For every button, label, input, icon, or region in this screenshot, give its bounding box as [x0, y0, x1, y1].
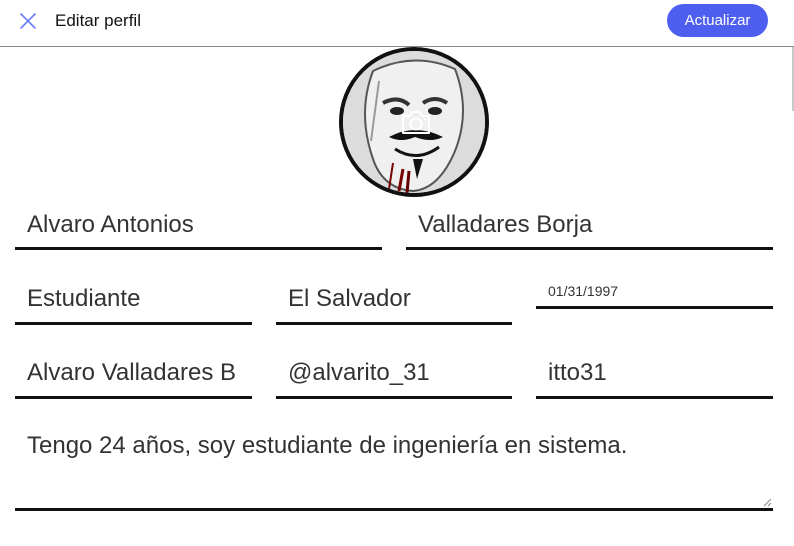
last-name-field[interactable]: Valladares Borja: [406, 207, 773, 250]
country-field[interactable]: El Salvador: [276, 281, 512, 325]
bio-value: Tengo 24 años, soy estudiante de ingenie…: [27, 432, 628, 459]
password-field[interactable]: itto31: [536, 355, 773, 399]
occupation-value: Estudiante: [27, 285, 141, 312]
change-photo-button[interactable]: [400, 108, 434, 138]
update-button[interactable]: Actualizar: [667, 4, 768, 37]
password-value: itto31: [548, 359, 607, 386]
display-name-field[interactable]: Alvaro Valladares B: [15, 355, 252, 399]
birth-date-field[interactable]: 01/31/1997: [536, 281, 773, 309]
first-name-value: Alvaro Antonios: [27, 211, 194, 238]
avatar[interactable]: [339, 47, 489, 197]
country-value: El Salvador: [288, 285, 411, 312]
close-button[interactable]: [16, 9, 40, 33]
occupation-field[interactable]: Estudiante: [15, 281, 252, 325]
resize-handle-icon[interactable]: [762, 497, 772, 507]
username-value: @alvarito_31: [288, 359, 430, 386]
camera-icon: [402, 111, 430, 134]
last-name-value: Valladares Borja: [418, 211, 593, 238]
dialog-title: Editar perfil: [55, 11, 141, 30]
dialog-header: Editar perfil Actualizar: [0, 0, 794, 47]
birth-date-value: 01/31/1997: [548, 283, 619, 299]
username-field[interactable]: @alvarito_31: [276, 355, 512, 399]
display-name-value: Alvaro Valladares B: [27, 359, 236, 386]
bio-textarea[interactable]: Tengo 24 años, soy estudiante de ingenie…: [15, 420, 773, 511]
close-icon: [20, 13, 36, 29]
first-name-field[interactable]: Alvaro Antonios: [15, 207, 382, 250]
